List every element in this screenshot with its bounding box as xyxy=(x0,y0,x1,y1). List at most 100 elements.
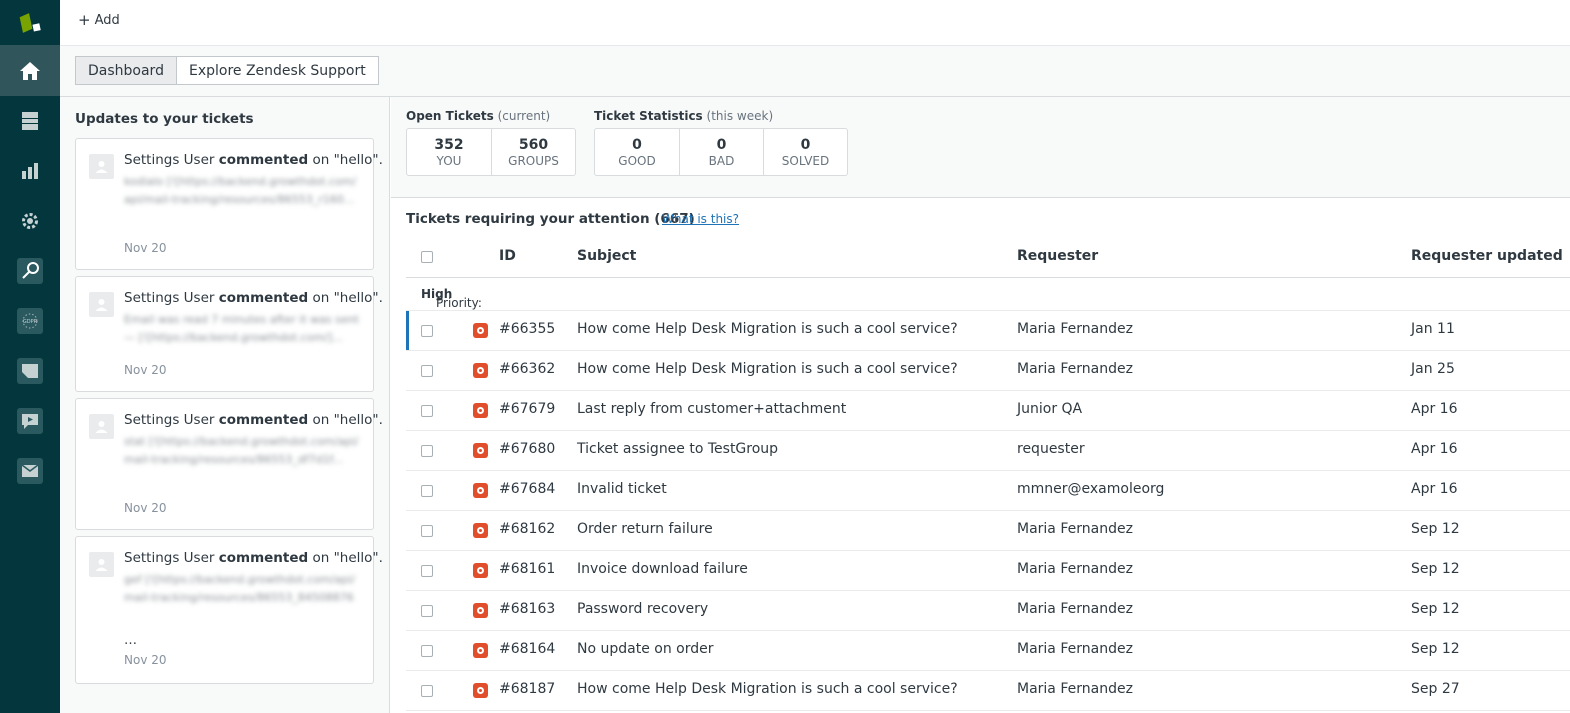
ticket-requester[interactable]: requester xyxy=(1017,441,1085,457)
table-row[interactable]: #66355 How come Help Desk Migration is su… xyxy=(406,311,1570,351)
table-row[interactable]: #68161 Invoice download failure Maria Fern… xyxy=(406,551,1570,591)
updates-title: Updates to your tickets xyxy=(75,111,254,127)
app-mail-icon[interactable] xyxy=(0,446,60,496)
ticket-subject[interactable]: No update on order xyxy=(577,641,714,657)
ticket-subject[interactable]: Last reply from customer+attachment xyxy=(577,401,846,417)
ticket-requester[interactable]: Maria Fernandez xyxy=(1017,361,1133,377)
ticket-id[interactable]: #68161 xyxy=(499,561,555,577)
ticket-id[interactable]: #68164 xyxy=(499,641,555,657)
ticket-requester[interactable]: mmner@examoleorg xyxy=(1017,481,1164,497)
gear-icon[interactable] xyxy=(0,196,60,246)
table-row[interactable]: #68163 Password recovery Maria Fernandez Se… xyxy=(406,591,1570,631)
ticket-subject[interactable]: Password recovery xyxy=(577,601,708,617)
app-gdpr-icon[interactable]: GDPR xyxy=(0,296,60,346)
row-checkbox[interactable] xyxy=(421,485,433,497)
header-subject[interactable]: Subject xyxy=(577,248,636,264)
ticket-id[interactable]: #67684 xyxy=(499,481,555,497)
header-requester[interactable]: Requester xyxy=(1017,248,1098,264)
ticket-subject[interactable]: How come Help Desk Migration is such a c… xyxy=(577,321,958,337)
table-row[interactable]: #66362 How come Help Desk Migration is su… xyxy=(406,351,1570,391)
add-button[interactable]: + Add xyxy=(78,13,120,29)
priority-high-icon xyxy=(473,323,488,338)
table-header: ID Subject Requester Requester updated xyxy=(406,237,1570,278)
stat-solved[interactable]: 0 SOLVED xyxy=(763,129,847,175)
ticket-id[interactable]: #68187 xyxy=(499,681,555,697)
tab-dashboard[interactable]: Dashboard xyxy=(75,56,177,85)
priority-high-icon xyxy=(473,403,488,418)
stat-good[interactable]: 0 GOOD xyxy=(595,129,679,175)
ticket-subject[interactable]: Invoice download failure xyxy=(577,561,748,577)
ticket-subject[interactable]: Order return failure xyxy=(577,521,713,537)
table-row[interactable]: #68162 Order return failure Maria Fernande… xyxy=(406,511,1570,551)
ticket-subject[interactable]: Invalid ticket xyxy=(577,481,667,497)
priority-high-icon xyxy=(473,563,488,578)
app-search-icon[interactable] xyxy=(0,246,60,296)
update-card[interactable]: Settings User commented on "hello". gef … xyxy=(75,536,383,684)
ticket-id[interactable]: #68163 xyxy=(499,601,555,617)
table-row[interactable]: #67679 Last reply from customer+attachmen… xyxy=(406,391,1570,431)
update-date: Nov 20 xyxy=(124,241,167,255)
ticket-subject[interactable]: How come Help Desk Migration is such a c… xyxy=(577,681,958,697)
views-icon[interactable] xyxy=(0,96,60,146)
update-ellipsis: … xyxy=(124,633,137,648)
ticket-id[interactable]: #67680 xyxy=(499,441,555,457)
ticket-requester[interactable]: Maria Fernandez xyxy=(1017,321,1133,337)
table-row[interactable]: #67680 Ticket assignee to TestGroup reques… xyxy=(406,431,1570,471)
ticket-requester[interactable]: Maria Fernandez xyxy=(1017,521,1133,537)
what-is-this-link[interactable]: What is this? xyxy=(662,212,739,226)
home-icon[interactable] xyxy=(0,45,60,96)
table-row[interactable]: #68187 How come Help Desk Migration is su… xyxy=(406,671,1570,711)
stats-bar: Open Tickets (current) 352 YOU 560 GROUPS … xyxy=(391,97,1570,198)
update-headline: Settings User commented on "hello". xyxy=(124,290,383,306)
reporting-icon[interactable] xyxy=(0,146,60,196)
priority-high-icon xyxy=(473,483,488,498)
row-checkbox[interactable] xyxy=(421,605,433,617)
update-card[interactable]: Settings User commented on "hello". stat… xyxy=(75,398,383,530)
stat-groups[interactable]: 560 GROUPS xyxy=(491,129,575,175)
update-headline: Settings User commented on "hello". xyxy=(124,152,383,168)
update-card[interactable]: Settings User commented on "hello". Emai… xyxy=(75,276,383,392)
update-card[interactable]: Settings User commented on "hello". kodi… xyxy=(75,138,383,270)
ticket-subject[interactable]: Ticket assignee to TestGroup xyxy=(577,441,778,457)
ticket-requester[interactable]: Maria Fernandez xyxy=(1017,681,1133,697)
ticket-requester[interactable]: Maria Fernandez xyxy=(1017,561,1133,577)
update-snippet: kodialo [![https://backend.growthdot.com… xyxy=(124,175,357,206)
open-tickets-title: Open Tickets xyxy=(406,109,494,123)
table-row[interactable]: #67684 Invalid ticket mmner@examoleorg Apr … xyxy=(406,471,1570,511)
ticket-subject[interactable]: How come Help Desk Migration is such a c… xyxy=(577,361,958,377)
row-checkbox[interactable] xyxy=(421,685,433,697)
ticket-requester[interactable]: Maria Fernandez xyxy=(1017,641,1133,657)
stat-you[interactable]: 352 YOU xyxy=(407,129,491,175)
ticket-statistics: Ticket Statistics (this week) 0 GOOD 0 BAD… xyxy=(594,109,848,176)
ticket-id[interactable]: #66362 xyxy=(499,361,555,377)
app-chat-icon[interactable] xyxy=(0,396,60,446)
update-snippet: gef [![https://backend.growthdot.com/api… xyxy=(124,573,355,604)
ticket-id[interactable]: #66355 xyxy=(499,321,555,337)
ticket-requester[interactable]: Junior QA xyxy=(1017,401,1082,417)
ticket-id[interactable]: #68162 xyxy=(499,521,555,537)
row-checkbox[interactable] xyxy=(421,445,433,457)
table-row[interactable]: #68164 No update on order Maria Fernandez S… xyxy=(406,631,1570,671)
row-checkbox[interactable] xyxy=(421,525,433,537)
row-checkbox[interactable] xyxy=(421,325,433,337)
ticket-id[interactable]: #67679 xyxy=(499,401,555,417)
ticket-requester-updated: Jan 25 xyxy=(1411,361,1455,377)
ticket-requester[interactable]: Maria Fernandez xyxy=(1017,601,1133,617)
select-all-checkbox[interactable] xyxy=(421,251,433,263)
row-checkbox[interactable] xyxy=(421,565,433,577)
update-snippet: stat [![https://backend.growthdot.com/ap… xyxy=(124,435,359,466)
row-checkbox[interactable] xyxy=(421,405,433,417)
app-migration-icon[interactable] xyxy=(0,346,60,396)
zendesk-logo[interactable] xyxy=(0,0,60,45)
tab-explore-zendesk-support[interactable]: Explore Zendesk Support xyxy=(176,56,379,85)
ticket-requester-updated: Apr 16 xyxy=(1411,481,1458,497)
header-id[interactable]: ID xyxy=(499,248,516,264)
ticket-requester-updated: Sep 12 xyxy=(1411,601,1460,617)
priority-high-icon xyxy=(473,643,488,658)
row-checkbox[interactable] xyxy=(421,645,433,657)
row-checkbox[interactable] xyxy=(421,365,433,377)
stat-bad[interactable]: 0 BAD xyxy=(679,129,763,175)
ticket-requester-updated: Apr 16 xyxy=(1411,441,1458,457)
header-requester-updated[interactable]: Requester updated xyxy=(1411,248,1563,264)
avatar xyxy=(89,154,114,179)
